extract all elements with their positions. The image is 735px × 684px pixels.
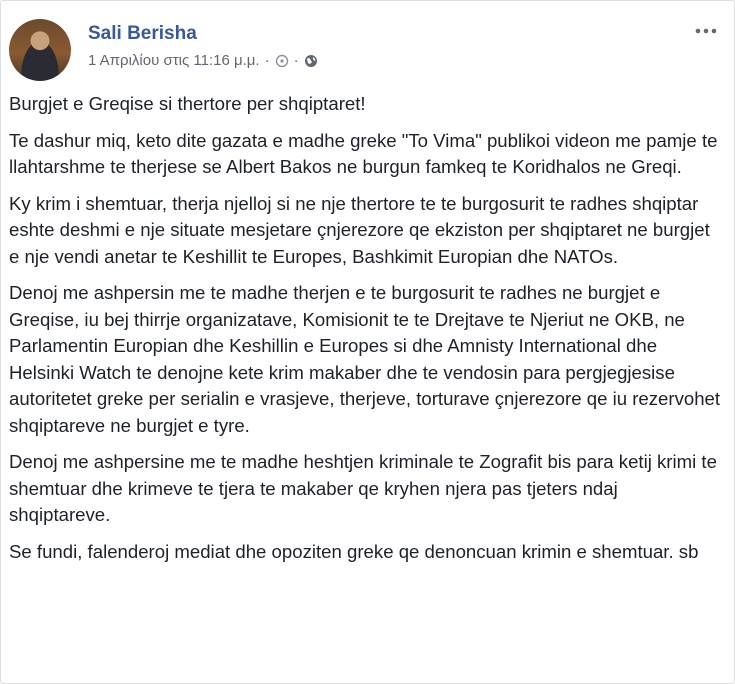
post-paragraph: Burgjet e Greqise si thertore per shqipt… [9, 93, 366, 114]
meta-separator: · [264, 52, 270, 69]
post-header: Sali Berisha 1 Απριλίου στις 11:16 μ.μ. … [9, 19, 726, 81]
post-paragraph: Te dashur miq, keto dite gazata e madhe … [9, 129, 718, 178]
post-paragraph: Se fundi, falenderoj mediat dhe opoziten… [9, 540, 699, 562]
author-name[interactable]: Sali Berisha [88, 23, 197, 45]
post-meta: 1 Απριλίου στις 11:16 μ.μ. · · [88, 52, 318, 69]
meta-separator: · [293, 52, 299, 69]
post-paragraph: Denoj me ashpersin me te madhe therjen e… [9, 282, 721, 436]
gear-icon[interactable] [275, 54, 289, 68]
post-timestamp[interactable]: 1 Απριλίου στις 11:16 μ.μ. [88, 52, 260, 69]
facebook-post: Sali Berisha 1 Απριλίου στις 11:16 μ.μ. … [0, 0, 735, 684]
post-paragraph: Denoj me ashpersine me te madhe heshtjen… [9, 451, 717, 525]
post-paragraph: Ky krim i shemtuar, therja njelloj si ne… [9, 192, 710, 267]
post-body: Burgjet e Greqise si thertore per shqipt… [9, 91, 722, 575]
author-avatar[interactable] [9, 19, 71, 81]
more-options-icon[interactable] [692, 21, 720, 41]
globe-icon[interactable] [304, 54, 318, 68]
